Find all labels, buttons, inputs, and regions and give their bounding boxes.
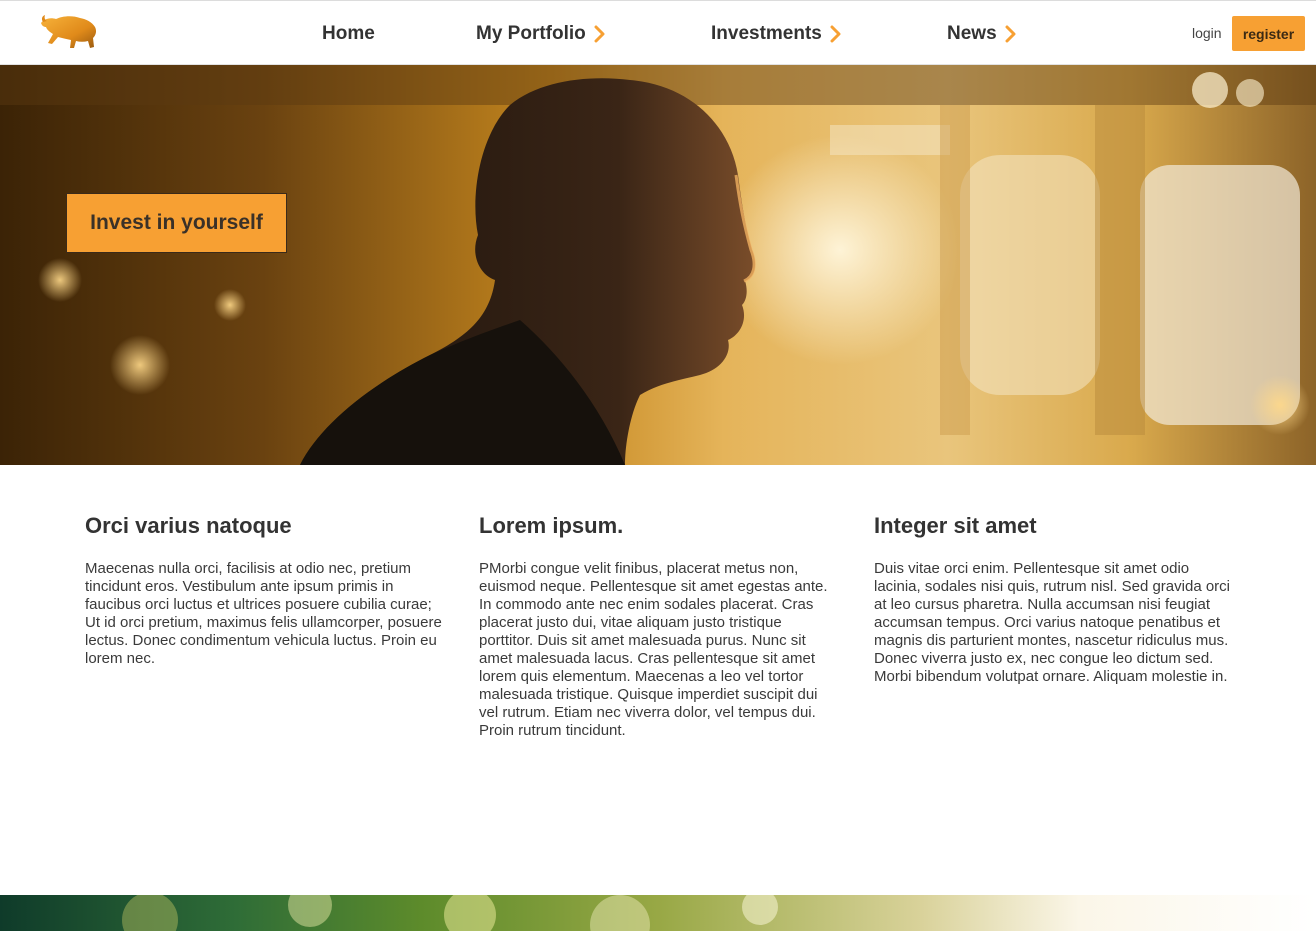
- column-title: Orci varius natoque: [85, 513, 292, 538]
- nav-investments[interactable]: Investments: [711, 21, 842, 47]
- nav-news-label: News: [947, 23, 997, 44]
- hero-photo: [0, 65, 1316, 465]
- nav-my-portfolio[interactable]: My Portfolio: [476, 21, 606, 47]
- register-button[interactable]: register: [1232, 16, 1305, 51]
- chevron-right-icon: [1005, 25, 1016, 43]
- charging-bull-icon[interactable]: [38, 11, 100, 53]
- feature-column: Orci varius natoque Maecenas nulla orci,…: [85, 512, 445, 668]
- site-header: Home My Portfolio Investments News login…: [0, 0, 1316, 65]
- chevron-right-icon: [594, 25, 605, 43]
- footer-banner: [0, 895, 1316, 931]
- nav-my-portfolio-label: My Portfolio: [476, 23, 586, 44]
- column-body: Maecenas nulla orci, facilisis at odio n…: [85, 560, 442, 667]
- nav-home-label: Home: [322, 23, 375, 44]
- nav-investments-label: Investments: [711, 23, 822, 44]
- column-body: PMorbi congue velit finibus, placerat me…: [479, 560, 828, 739]
- chevron-right-icon: [830, 25, 841, 43]
- login-link[interactable]: login: [1192, 25, 1222, 41]
- column-title: Lorem ipsum.: [479, 513, 624, 538]
- hero-banner: Invest in yourself: [0, 65, 1316, 465]
- nav-news[interactable]: News: [947, 21, 1017, 47]
- invest-in-yourself-button[interactable]: Invest in yourself: [66, 193, 287, 253]
- feature-column: Lorem ipsum. PMorbi congue velit finibus…: [479, 512, 839, 740]
- nav-home[interactable]: Home: [322, 21, 375, 47]
- footer-bokeh-image: [122, 895, 778, 931]
- column-title: Integer sit amet: [874, 513, 1037, 538]
- feature-column: Integer sit amet Duis vitae orci enim. P…: [874, 512, 1234, 686]
- column-body: Duis vitae orci enim. Pellentesque sit a…: [874, 560, 1230, 685]
